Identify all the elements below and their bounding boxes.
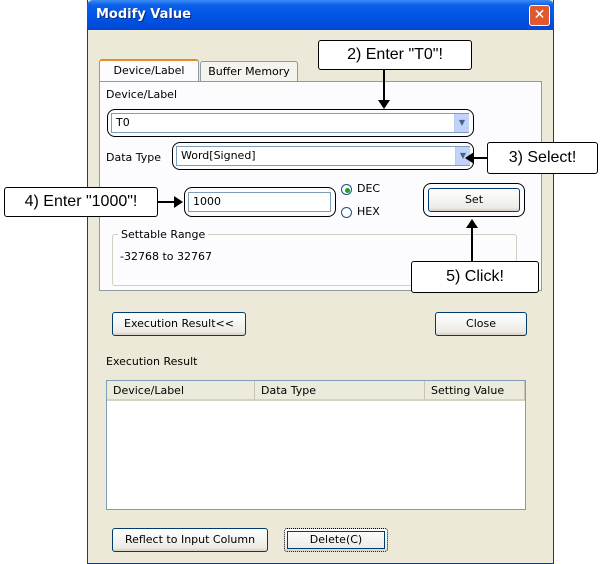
- close-icon[interactable]: ✕: [529, 5, 550, 26]
- annotation-step-2: 2) Enter "T0"!: [318, 40, 472, 70]
- highlight-device-label: [107, 109, 474, 137]
- device-label-caption: Device/Label: [106, 88, 178, 101]
- reflect-to-input-column-button[interactable]: Reflect to Input Column: [112, 528, 268, 552]
- arrow-left-icon: [465, 152, 474, 164]
- dec-radio[interactable]: [341, 184, 352, 195]
- highlight-value-input: [184, 187, 336, 217]
- dec-label: DEC: [357, 182, 381, 195]
- data-type-caption: Data Type: [106, 151, 162, 164]
- annotation-step-4: 4) Enter "1000"!: [4, 187, 158, 217]
- arrow-right-icon: [174, 196, 183, 208]
- column-header-data-type[interactable]: Data Type: [255, 381, 425, 401]
- column-header-setting-value[interactable]: Setting Value: [425, 381, 525, 401]
- dialog-title: Modify Value: [96, 7, 191, 22]
- hex-label: HEX: [357, 205, 380, 218]
- settable-range-value: -32768 to 32767: [120, 250, 212, 263]
- annotation-step-3: 3) Select!: [487, 142, 598, 174]
- highlight-set-button: [423, 183, 525, 217]
- column-header-device-label[interactable]: Device/Label: [107, 381, 255, 401]
- highlight-data-type: [172, 142, 474, 170]
- close-button[interactable]: Close: [435, 312, 527, 336]
- execution-result-title: Execution Result: [106, 355, 198, 368]
- delete-button[interactable]: Delete(C): [284, 528, 388, 552]
- annotation-step-5: 5) Click!: [411, 261, 539, 293]
- arrow-down-icon: [378, 100, 390, 109]
- annotation-step-2-line: [383, 70, 385, 104]
- annotation-step-3-line: [472, 157, 487, 159]
- annotation-step-5-line: [471, 227, 473, 261]
- settable-range-title: Settable Range: [118, 228, 209, 241]
- tab-device-label[interactable]: Device/Label: [99, 59, 199, 81]
- execution-result-toggle-button[interactable]: Execution Result<<: [112, 312, 246, 336]
- tab-buffer-memory[interactable]: Buffer Memory: [200, 61, 298, 81]
- hex-radio[interactable]: [341, 207, 352, 218]
- execution-result-list[interactable]: Device/Label Data Type Setting Value: [106, 380, 526, 510]
